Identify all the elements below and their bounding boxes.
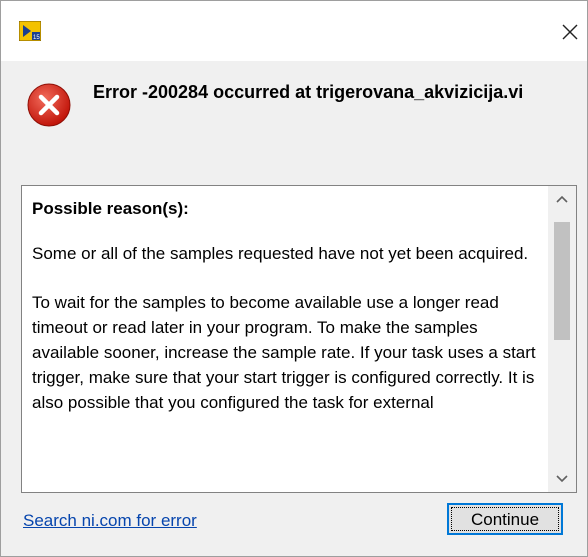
scroll-thumb[interactable] (554, 222, 570, 340)
error-title: Error -200284 occurred at trigerovana_ak… (93, 82, 524, 102)
scroll-down-button[interactable] (548, 466, 576, 492)
reason-paragraph: Some or all of the samples requested hav… (32, 244, 529, 263)
title-bar: 15 (1, 1, 587, 61)
chevron-down-icon (556, 475, 568, 483)
reason-text-box[interactable]: Possible reason(s): Some or all of the s… (21, 185, 577, 493)
continue-button[interactable]: Continue (447, 503, 563, 535)
error-icon (27, 83, 71, 127)
vertical-scrollbar[interactable] (548, 186, 576, 492)
chevron-up-icon (556, 195, 568, 203)
reason-paragraph: To wait for the samples to become availa… (32, 293, 536, 412)
svg-text:15: 15 (33, 35, 40, 41)
continue-button-label: Continue (470, 510, 540, 529)
search-ni-link[interactable]: Search ni.com for error (23, 511, 197, 531)
close-icon[interactable] (557, 19, 583, 45)
reason-heading: Possible reason(s): (32, 199, 189, 218)
labview-app-icon: 15 (19, 21, 41, 41)
error-dialog-window: 15 Error -200284 occurred at trigerovana… (0, 0, 588, 557)
reason-content: Possible reason(s): Some or all of the s… (32, 196, 542, 439)
scroll-up-button[interactable] (548, 186, 576, 212)
